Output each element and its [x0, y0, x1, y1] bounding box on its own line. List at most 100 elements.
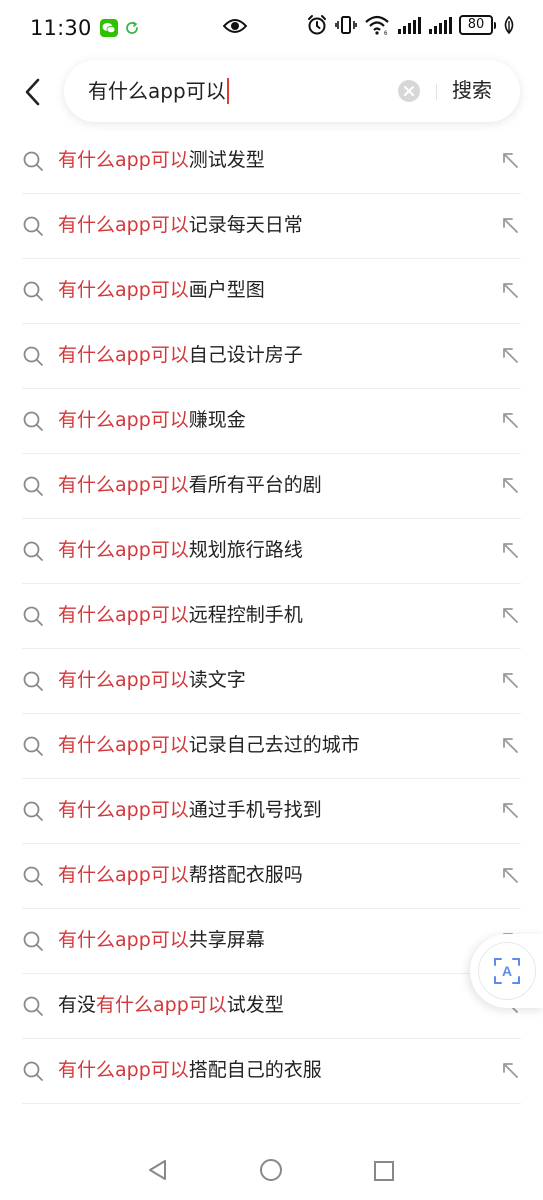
- nav-recent-icon[interactable]: [373, 1160, 395, 1182]
- arrow-up-left-icon[interactable]: [499, 344, 521, 366]
- suggestion-text: 有什么app可以记录自己去过的城市: [58, 730, 360, 760]
- suggestion-suffix: 规划旅行路线: [188, 539, 303, 561]
- suggestion-item[interactable]: 有什么app可以画户型图: [22, 259, 521, 324]
- suggestion-item[interactable]: 有什么app可以赚现金: [22, 389, 521, 454]
- translate-button[interactable]: A: [478, 942, 536, 1000]
- wifi-icon: 6: [365, 15, 389, 36]
- search-icon: [23, 996, 43, 1016]
- search-icon: [23, 736, 43, 756]
- search-icon: [23, 931, 43, 951]
- alarm-icon: [308, 15, 326, 35]
- search-icon: [23, 281, 43, 301]
- suggestion-suffix: 赚现金: [188, 409, 246, 431]
- suggestion-item[interactable]: 有什么app可以读文字: [22, 649, 521, 714]
- suggestion-text: 有什么app可以记录每天日常: [58, 210, 303, 240]
- suggestion-item[interactable]: 有什么app可以帮搭配衣服吗: [22, 844, 521, 909]
- suggestion-suffix: 搭配自己的衣服: [188, 1059, 322, 1081]
- suggestion-suffix: 通过手机号找到: [188, 799, 322, 821]
- suggestion-text: 有什么app可以读文字: [58, 665, 246, 695]
- suggestion-item[interactable]: 有什么app可以自己设计房子: [22, 324, 521, 389]
- arrow-up-left-icon[interactable]: [499, 864, 521, 886]
- suggestion-suffix: 看所有平台的剧: [188, 474, 322, 496]
- suggestion-suffix: 远程控制手机: [188, 604, 303, 626]
- search-header: 有什么app可以 搜索: [0, 56, 543, 128]
- svg-text:6: 6: [384, 31, 388, 36]
- suggestion-item[interactable]: 有什么app可以远程控制手机: [22, 584, 521, 649]
- battery-level: 80: [459, 15, 493, 35]
- arrow-up-left-icon[interactable]: [499, 149, 521, 171]
- search-icon: [23, 1061, 43, 1081]
- nav-home-icon[interactable]: [259, 1158, 283, 1182]
- suggestion-list: 有什么app可以测试发型 有什么app可以记录每天日常 有什么app可以画户型图 有什…: [0, 129, 543, 1104]
- suggestion-text: 有什么app可以赚现金: [58, 405, 246, 435]
- suggestion-highlight: 有什么app可以: [58, 1059, 189, 1081]
- search-icon: [23, 411, 43, 431]
- suggestion-text: 有没有什么app可以试发型: [58, 990, 284, 1020]
- arrow-up-left-icon[interactable]: [499, 474, 521, 496]
- translate-icon: A: [494, 958, 520, 984]
- suggestion-suffix: 帮搭配衣服吗: [188, 864, 303, 886]
- signal-icon: [398, 17, 421, 34]
- text-caret: [226, 78, 229, 104]
- leaf-icon: [504, 16, 514, 34]
- suggestion-text: 有什么app可以共享屏幕: [58, 925, 265, 955]
- suggestion-item[interactable]: 有什么app可以测试发型: [22, 129, 521, 194]
- arrow-up-left-icon[interactable]: [499, 799, 521, 821]
- suggestion-text: 有什么app可以自己设计房子: [58, 340, 303, 370]
- search-query: 有什么app可以: [88, 79, 226, 103]
- suggestion-item[interactable]: 有什么app可以看所有平台的剧: [22, 454, 521, 519]
- suggestion-item[interactable]: 有没有什么app可以试发型: [22, 974, 521, 1039]
- arrow-up-left-icon[interactable]: [499, 214, 521, 236]
- suggestion-item[interactable]: 有什么app可以规划旅行路线: [22, 519, 521, 584]
- arrow-up-left-icon[interactable]: [499, 409, 521, 431]
- search-icon: [23, 801, 43, 821]
- arrow-up-left-icon[interactable]: [499, 669, 521, 691]
- suggestion-suffix: 记录自己去过的城市: [188, 734, 360, 756]
- navigation-bar: [0, 1142, 543, 1200]
- search-icon: [23, 151, 43, 171]
- vibrate-icon: [335, 16, 357, 34]
- suggestion-text: 有什么app可以画户型图: [58, 275, 265, 305]
- nav-back-icon[interactable]: [146, 1158, 170, 1182]
- arrow-up-left-icon[interactable]: [499, 279, 521, 301]
- status-time: 11:30: [30, 16, 92, 40]
- suggestion-suffix: 自己设计房子: [188, 344, 303, 366]
- suggestion-highlight: 有什么app可以: [58, 669, 189, 691]
- search-input[interactable]: 有什么app可以: [88, 78, 229, 104]
- suggestion-text: 有什么app可以看所有平台的剧: [58, 470, 322, 500]
- suggestion-text: 有什么app可以搭配自己的衣服: [58, 1055, 322, 1085]
- suggestion-highlight: 有什么app可以: [58, 864, 189, 886]
- suggestion-suffix: 测试发型: [188, 149, 265, 171]
- search-box[interactable]: 有什么app可以 搜索: [64, 60, 520, 122]
- search-button[interactable]: 搜索: [452, 75, 492, 105]
- arrow-up-left-icon[interactable]: [499, 539, 521, 561]
- suggestion-highlight: 有什么app可以: [58, 734, 189, 756]
- translate-glyph: A: [502, 963, 512, 979]
- suggestion-highlight: 有什么app可以: [58, 344, 189, 366]
- suggestion-item[interactable]: 有什么app可以记录自己去过的城市: [22, 714, 521, 779]
- suggestion-item[interactable]: 有什么app可以搭配自己的衣服: [22, 1039, 521, 1104]
- clear-button[interactable]: [398, 80, 420, 102]
- suggestion-highlight: 有什么app可以: [58, 409, 189, 431]
- back-button[interactable]: [18, 74, 50, 110]
- status-icons: 6 80: [306, 14, 515, 36]
- suggestion-prefix: 有没: [58, 994, 97, 1016]
- wechat-icon: [99, 19, 118, 37]
- arrow-up-left-icon[interactable]: [499, 1059, 521, 1081]
- suggestion-text: 有什么app可以帮搭配衣服吗: [58, 860, 303, 890]
- suggestion-text: 有什么app可以规划旅行路线: [58, 535, 303, 565]
- suggestion-highlight: 有什么app可以: [58, 604, 189, 626]
- arrow-up-left-icon[interactable]: [499, 734, 521, 756]
- suggestion-item[interactable]: 有什么app可以记录每天日常: [22, 194, 521, 259]
- suggestion-item[interactable]: 有什么app可以共享屏幕: [22, 909, 521, 974]
- eye-icon: [223, 19, 247, 33]
- divider: [436, 84, 437, 100]
- suggestion-highlight: 有什么app可以: [58, 929, 189, 951]
- suggestion-item[interactable]: 有什么app可以通过手机号找到: [22, 779, 521, 844]
- search-icon: [23, 866, 43, 886]
- arrow-up-left-icon[interactable]: [499, 604, 521, 626]
- chevron-left-icon: [25, 78, 40, 106]
- search-icon: [23, 541, 43, 561]
- search-icon: [23, 606, 43, 626]
- floating-translate-button[interactable]: A: [470, 934, 543, 1008]
